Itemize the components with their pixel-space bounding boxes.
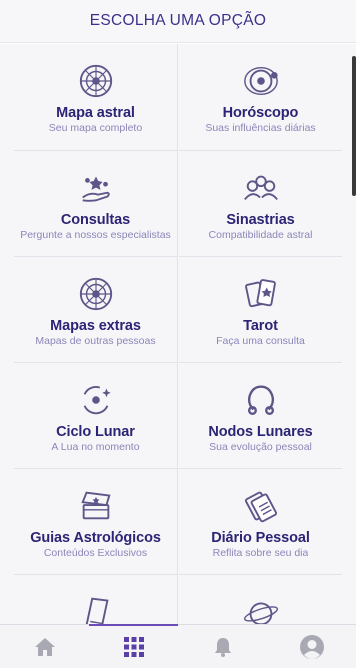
option-title: Ciclo Lunar <box>56 424 135 440</box>
option-subtitle: A Lua no momento <box>51 441 140 453</box>
option-guias-astrologicos[interactable]: Guias Astrológicos Conteúdos Exclusivos <box>14 469 177 575</box>
scrollbar[interactable] <box>352 56 356 196</box>
nav-menu[interactable] <box>89 625 178 668</box>
option-horoscopo[interactable]: Horóscopo Suas influências diárias <box>179 44 342 150</box>
option-mapas-extras[interactable]: Mapas extras Mapas de outras pessoas <box>14 257 177 363</box>
home-icon <box>34 637 55 656</box>
option-title: Sinastrias <box>226 212 295 228</box>
option-title: Mapas extras <box>50 318 141 334</box>
page-title: ESCOLHA UMA OPÇÃO <box>89 12 267 29</box>
grid-icon <box>123 636 144 657</box>
option-title: Mapa astral <box>56 105 135 121</box>
grid-divider-vertical <box>177 44 178 624</box>
option-subtitle: Reflita sobre seu dia <box>212 547 309 559</box>
option-tarot[interactable]: Tarot Faça uma consulta <box>179 257 342 363</box>
option-consultas[interactable]: Consultas Pergunte a nossos especialista… <box>14 151 177 257</box>
option-subtitle: Faça uma consulta <box>216 335 305 347</box>
tarot-cards-icon <box>242 275 280 313</box>
option-nodos-lunares[interactable]: Nodos Lunares Sua evolução pessoal <box>179 363 342 469</box>
option-ciclo-lunar[interactable]: Ciclo Lunar A Lua no momento <box>14 363 177 469</box>
option-title: Nodos Lunares <box>208 424 313 440</box>
top-header: ESCOLHA UMA OPÇÃO <box>0 0 356 43</box>
avatar-icon <box>299 634 324 659</box>
moon-cycle-icon <box>77 381 115 419</box>
option-subtitle: Conteúdos Exclusivos <box>43 547 148 559</box>
people-group-icon <box>242 169 280 207</box>
nav-notifications[interactable] <box>178 625 267 668</box>
planet-icon <box>242 593 280 624</box>
option-title: Horóscopo <box>222 105 299 121</box>
option-subtitle: Pergunte a nossos especialistas <box>20 229 171 241</box>
option-title: Tarot <box>243 318 278 334</box>
zodiac-wheel-icon <box>77 62 115 100</box>
option-title: Guias Astrológicos <box>30 530 161 546</box>
bell-icon <box>214 637 231 657</box>
option-title: Consultas <box>60 212 131 228</box>
lunar-nodes-icon <box>242 381 280 419</box>
planet-orbit-icon <box>242 62 280 100</box>
nav-home[interactable] <box>0 625 89 668</box>
nav-profile[interactable] <box>267 625 356 668</box>
options-grid: Mapa astral Seu mapa completo Horóscopo … <box>0 44 356 624</box>
bottom-navigation <box>0 624 356 668</box>
option-subtitle: Suas influências diárias <box>205 122 316 134</box>
option-partial-right[interactable] <box>179 575 342 624</box>
journal-icon <box>242 487 280 525</box>
book-icon <box>77 593 115 624</box>
option-subtitle: Seu mapa completo <box>48 122 143 134</box>
option-subtitle: Mapas de outras pessoas <box>35 335 156 347</box>
option-subtitle: Sua evolução pessoal <box>209 441 312 453</box>
option-mapa-astral[interactable]: Mapa astral Seu mapa completo <box>14 44 177 150</box>
option-partial-left[interactable] <box>14 575 177 624</box>
option-subtitle: Compatibilidade astral <box>208 229 313 241</box>
hand-stars-icon <box>77 169 115 207</box>
option-diario-pessoal[interactable]: Diário Pessoal Reflita sobre seu dia <box>179 469 342 575</box>
option-sinastrias[interactable]: Sinastrias Compatibilidade astral <box>179 151 342 257</box>
option-title: Diário Pessoal <box>211 530 310 546</box>
treasure-chest-icon <box>77 487 115 525</box>
zodiac-wheel-icon <box>77 275 115 313</box>
